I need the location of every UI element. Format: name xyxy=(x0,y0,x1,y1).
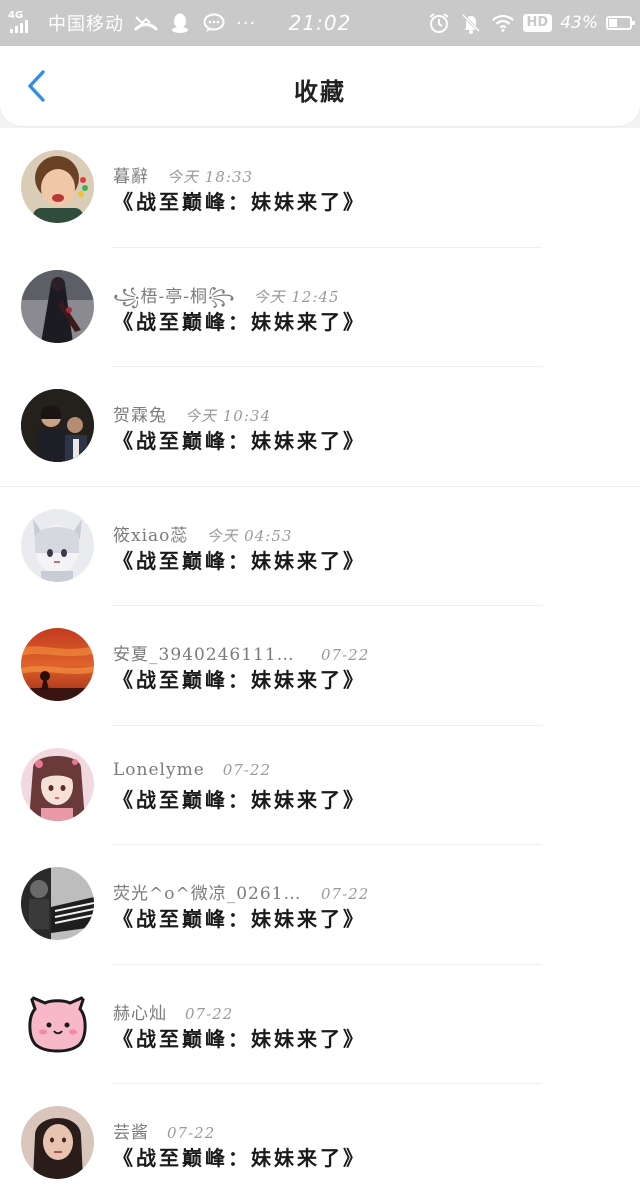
page-title: 收藏 xyxy=(294,78,346,106)
alarm-icon xyxy=(427,11,451,35)
favorite-message: 《战至巅峰：妹妹来了》 xyxy=(113,429,366,453)
item-meta: 芸酱 07-22 xyxy=(113,1118,215,1143)
username: 荧光^o^微凉_02613… xyxy=(113,884,303,904)
mute-bell-icon xyxy=(459,11,483,35)
battery-icon xyxy=(606,16,635,30)
favorite-item[interactable]: Lonelyme 07-22 《战至巅峰：妹妹来了》 xyxy=(0,726,640,845)
favorite-message: 《战至巅峰：妹妹来了》 xyxy=(113,548,366,573)
battery-percent: 43% xyxy=(560,13,598,33)
username: 芸酱 xyxy=(113,1123,149,1143)
item-meta: 筱xiao蕊 今天 04:53 xyxy=(113,521,292,546)
favorite-message: 《战至巅峰：妹妹来了》 xyxy=(113,1146,366,1170)
avatar[interactable] xyxy=(21,747,94,821)
favorite-message: 《战至巅峰：妹妹来了》 xyxy=(113,907,366,931)
username: 安夏_394024611176… xyxy=(113,645,303,665)
item-meta: 贺霖兔 今天 10:34 xyxy=(113,401,271,426)
header: 收藏 xyxy=(0,46,640,128)
hd-badge: HD xyxy=(522,14,553,32)
favorite-item[interactable]: 暮辭 今天 18:33 《战至巅峰：妹妹来了》 xyxy=(0,128,640,248)
avatar[interactable] xyxy=(21,986,94,1060)
item-meta: 安夏_394024611176… 07-22 xyxy=(113,640,369,665)
timestamp: 今天 10:34 xyxy=(185,407,271,425)
timestamp: 今天 12:45 xyxy=(253,287,340,306)
avatar[interactable] xyxy=(21,150,94,223)
item-meta: 暮辭 今天 18:33 xyxy=(113,162,253,187)
avatar[interactable] xyxy=(21,508,94,582)
favorite-message: 《战至巅峰：妹妹来了》 xyxy=(113,190,366,214)
favorite-item[interactable]: 芸酱 07-22 《战至巅峰：妹妹来了》 xyxy=(0,1084,640,1204)
favorite-item[interactable]: 赫心灿 07-22 《战至巅峰：妹妹来了》 xyxy=(0,965,640,1084)
item-meta: Lonelyme 07-22 xyxy=(113,760,271,780)
favorite-item[interactable]: 贺霖兔 今天 10:34 《战至巅峰：妹妹来了》 xyxy=(0,367,640,487)
wifi-icon xyxy=(491,11,515,35)
favorites-list: 暮辭 今天 18:33 《战至巅峰：妹妹来了》 ꧁梧‑亭‑桐꧂ 今天 12:45… xyxy=(0,128,640,1204)
item-meta: 荧光^o^微凉_02613… 07-22 xyxy=(113,879,369,904)
timestamp: 07-22 xyxy=(185,1004,234,1023)
favorite-message: 《战至巅峰：妹妹来了》 xyxy=(113,309,366,334)
status-bar: 4G 中国移动 ··· 21:02 HD 43% xyxy=(0,0,640,46)
avatar[interactable] xyxy=(21,269,94,343)
favorite-message: 《战至巅峰：妹妹来了》 xyxy=(113,787,366,812)
timestamp: 今天 04:53 xyxy=(206,526,293,545)
favorite-message: 《战至巅峰：妹妹来了》 xyxy=(113,1026,366,1051)
favorite-message: 《战至巅峰：妹妹来了》 xyxy=(113,668,366,692)
username: 贺霖兔 xyxy=(113,406,167,426)
avatar[interactable] xyxy=(21,389,94,462)
timestamp: 07-22 xyxy=(321,646,370,664)
favorite-item[interactable]: 安夏_394024611176… 07-22 《战至巅峰：妹妹来了》 xyxy=(0,606,640,726)
favorite-item[interactable]: ꧁梧‑亭‑桐꧂ 今天 12:45 《战至巅峰：妹妹来了》 xyxy=(0,248,640,367)
item-meta: 赫心灿 07-22 xyxy=(113,999,233,1024)
username: 暮辭 xyxy=(113,167,149,187)
avatar[interactable] xyxy=(21,628,94,701)
favorite-item[interactable]: 荧光^o^微凉_02613… 07-22 《战至巅峰：妹妹来了》 xyxy=(0,845,640,965)
timestamp: 07-22 xyxy=(321,885,370,903)
username: 赫心灿 xyxy=(113,1003,167,1024)
timestamp: 07-22 xyxy=(222,760,272,779)
avatar[interactable] xyxy=(21,1106,94,1179)
status-right: HD 43% xyxy=(427,0,635,46)
timestamp: 07-22 xyxy=(167,1124,216,1142)
username: 筱xiao蕊 xyxy=(113,525,189,546)
username: Lonelyme xyxy=(113,759,205,780)
favorite-item[interactable]: 筱xiao蕊 今天 04:53 《战至巅峰：妹妹来了》 xyxy=(0,487,640,606)
avatar[interactable] xyxy=(21,867,94,940)
timestamp: 今天 18:33 xyxy=(167,168,253,186)
header-card: 收藏 xyxy=(0,46,640,126)
